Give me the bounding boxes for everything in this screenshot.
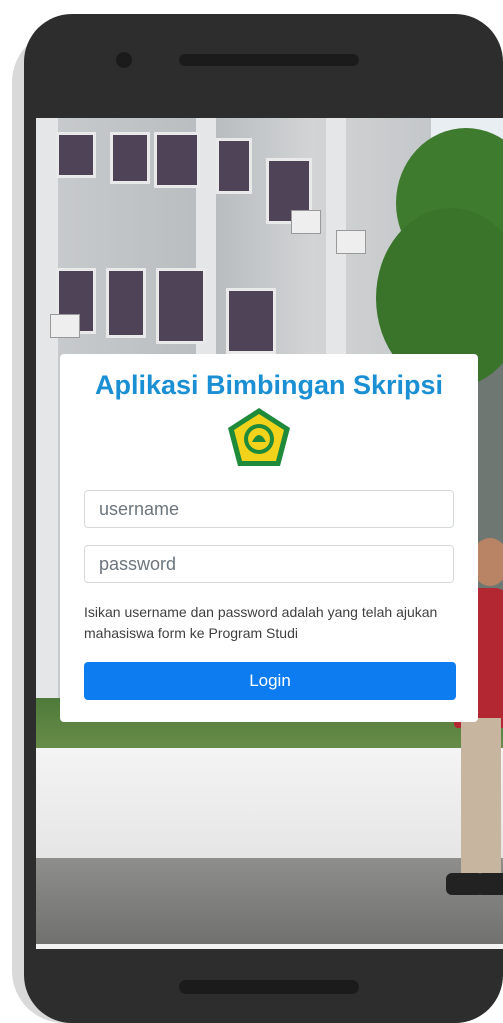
low-wall [36,748,503,868]
phone-frame: Aplikasi Bimbingan Skripsi Isikan userna… [24,14,503,1023]
login-card: Aplikasi Bimbingan Skripsi Isikan userna… [60,354,478,722]
front-camera [116,52,132,68]
username-input[interactable] [84,490,454,528]
app-title: Aplikasi Bimbingan Skripsi [94,370,444,400]
pavement [36,858,503,944]
home-indicator [179,980,359,994]
password-input[interactable] [84,545,454,583]
phone-screen: Aplikasi Bimbingan Skripsi Isikan userna… [36,118,503,944]
login-hint-text: Isikan username dan password adalah yang… [84,604,438,641]
screen-edge [36,944,503,949]
university-emblem-icon [228,408,290,466]
speaker-grille [179,54,359,66]
login-button[interactable]: Login [84,662,456,700]
